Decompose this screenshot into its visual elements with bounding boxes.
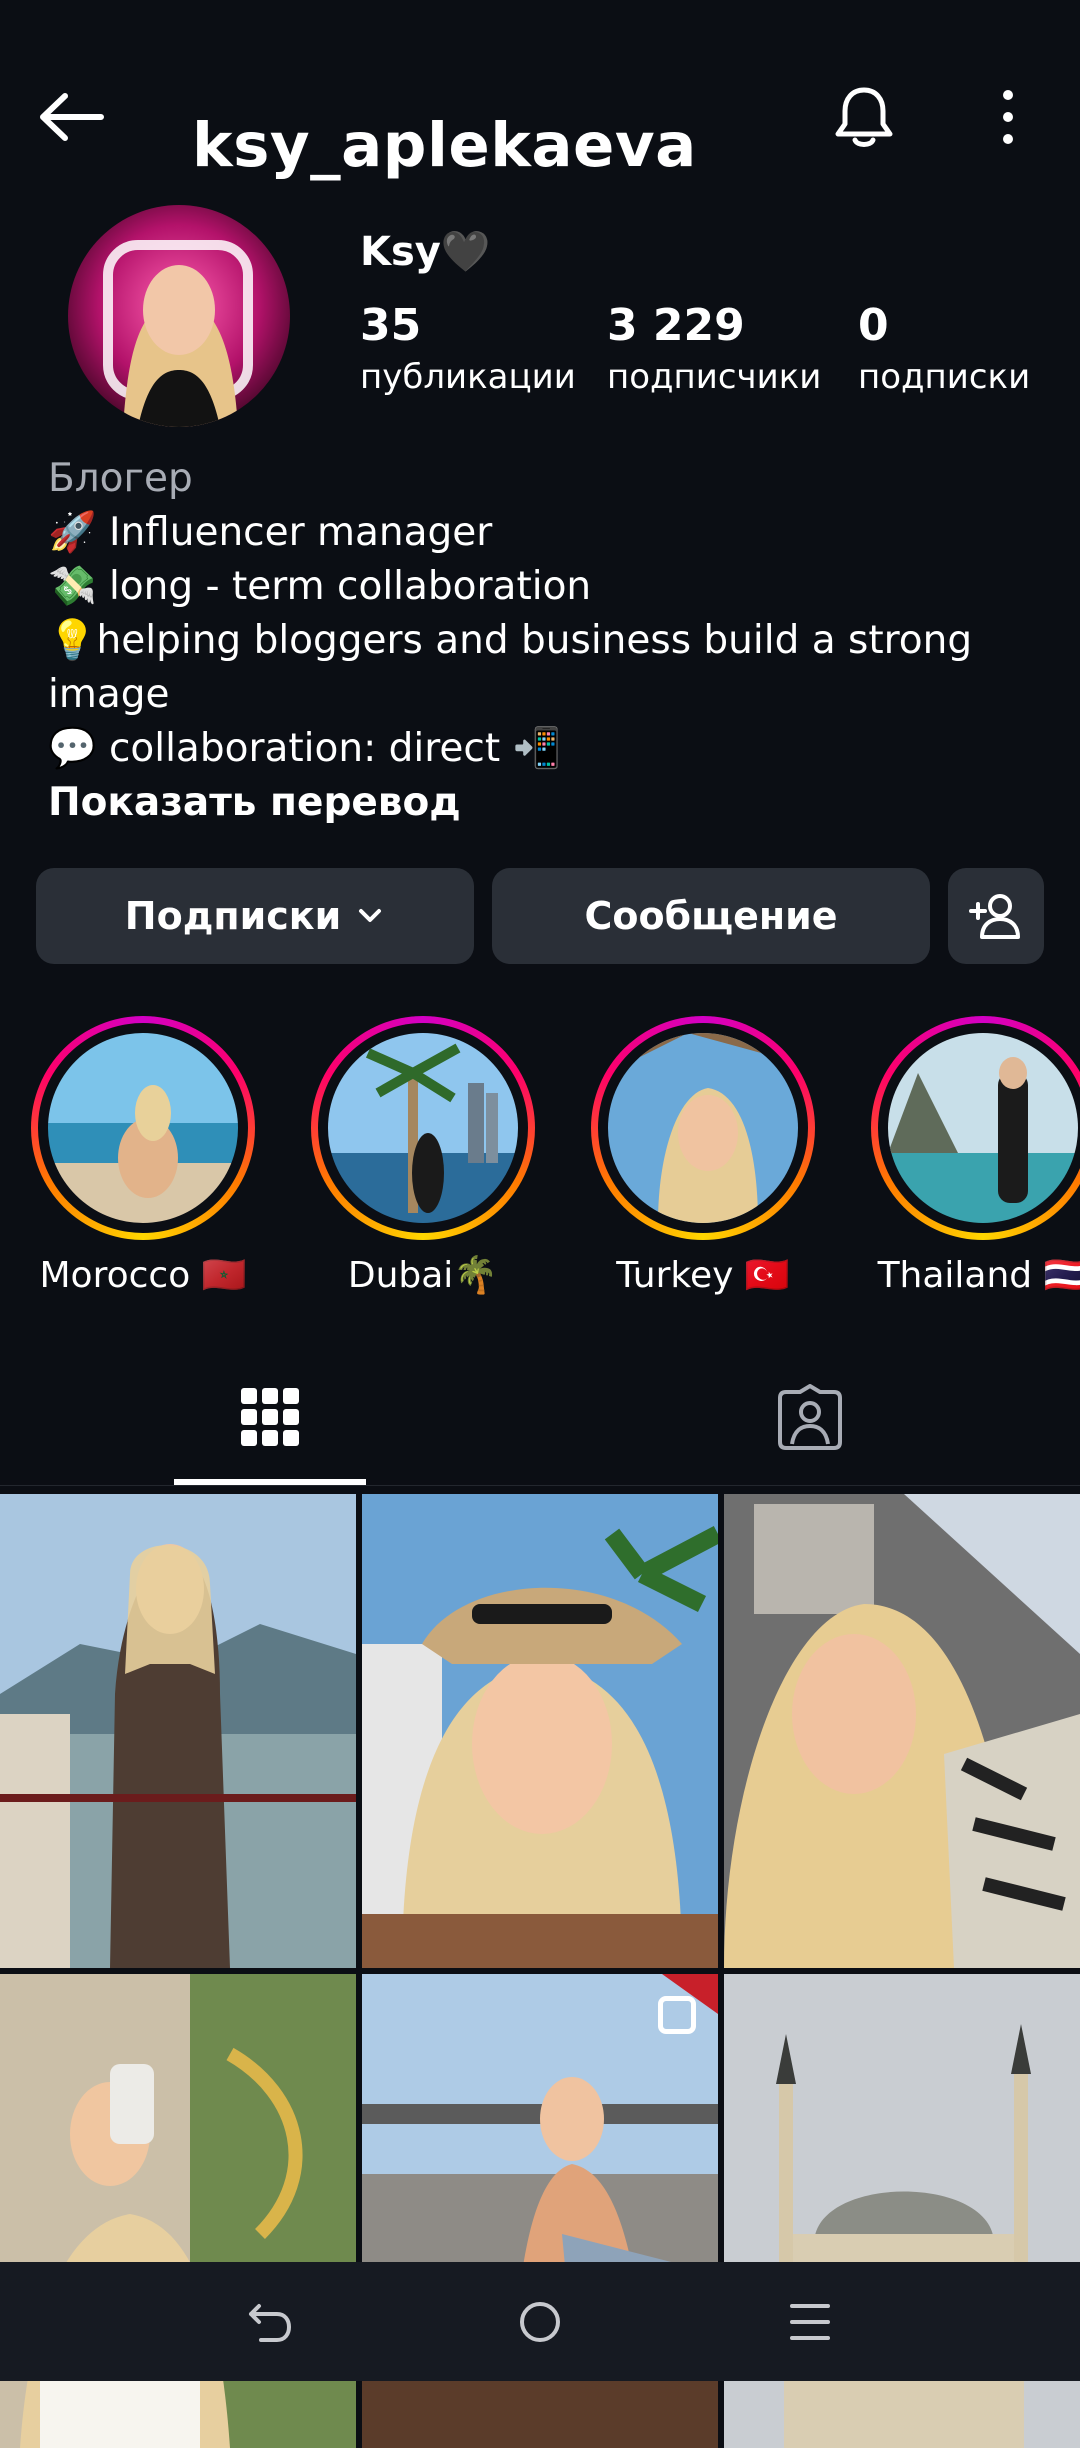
message-button[interactable]: Сообщение (492, 868, 930, 964)
highlight-ring (31, 1016, 255, 1240)
followers-count: 3 229 (607, 300, 745, 351)
highlight-cover (48, 1033, 238, 1223)
show-translation-link[interactable]: Показать перевод (48, 776, 1038, 830)
add-user-button[interactable] (948, 868, 1044, 964)
highlight-cover (888, 1033, 1078, 1223)
post-thumbnail[interactable] (362, 1494, 718, 1968)
more-vertical-icon (1003, 90, 1013, 144)
tabs-divider (0, 1485, 1080, 1486)
highlight-label: Morocco 🇲🇦 (39, 1255, 247, 1296)
nav-recents-icon (790, 2304, 830, 2340)
carousel-icon (658, 1996, 696, 2034)
highlight-label: Turkey 🇹🇷 (616, 1255, 790, 1296)
message-button-label: Сообщение (584, 894, 838, 938)
system-nav-bar (0, 2262, 1080, 2381)
nav-back-icon (249, 2304, 291, 2342)
highlight-cover (608, 1033, 798, 1223)
more-options-button[interactable] (968, 77, 1048, 157)
bio-line: 💡helping bloggers and business build a s… (48, 618, 973, 717)
profile-username: ksy_aplekaeva (192, 110, 697, 181)
tab-posts[interactable] (0, 1352, 540, 1482)
posts-label: публикации (360, 357, 576, 397)
bio-line: 💬 collaboration: direct 📲 (48, 726, 562, 771)
nav-home-button[interactable] (480, 2282, 600, 2362)
arrow-left-icon (40, 93, 104, 141)
following-stat[interactable]: 0 подписки (858, 300, 1030, 397)
nav-back-button[interactable] (210, 2282, 330, 2362)
following-label: подписки (858, 357, 1031, 397)
highlight-item[interactable]: Turkey 🇹🇷 (588, 1016, 818, 1296)
highlight-item[interactable]: Thailand 🇹🇭 (868, 1016, 1080, 1296)
highlight-item[interactable]: Dubai🌴 (308, 1016, 538, 1296)
nav-home-icon (520, 2302, 560, 2342)
posts-count: 35 (360, 300, 422, 351)
tagged-person-icon (778, 1384, 842, 1450)
bell-icon (835, 87, 893, 147)
highlight-ring (311, 1016, 535, 1240)
profile-avatar[interactable] (68, 205, 290, 427)
highlight-ring (591, 1016, 815, 1240)
add-person-icon (969, 894, 1020, 939)
profile-bio: Блогер 🚀 Influencer manager 💸 long - ter… (48, 452, 1038, 830)
followers-label: подписчики (607, 357, 822, 397)
post-thumbnail[interactable] (0, 1494, 356, 1968)
following-count: 0 (858, 300, 889, 351)
tab-tagged[interactable] (540, 1352, 1080, 1482)
display-name: Ksy🖤 (360, 229, 491, 275)
highlight-item[interactable]: Morocco 🇲🇦 (28, 1016, 258, 1296)
followers-stat[interactable]: 3 229 подписчики (607, 300, 821, 397)
highlight-label: Dubai🌴 (347, 1255, 499, 1296)
post-thumbnail[interactable] (724, 1494, 1080, 1968)
posts-stat[interactable]: 35 публикации (360, 300, 576, 397)
bio-line: 💸 long - term collaboration (48, 564, 592, 609)
highlight-cover (328, 1033, 518, 1223)
following-button[interactable]: Подписки (36, 868, 474, 964)
notifications-button[interactable] (824, 77, 904, 157)
top-bar: ksy_aplekaeva (0, 40, 1080, 190)
following-button-label: Подписки (124, 894, 342, 938)
bio-line: 🚀 Influencer manager (48, 510, 493, 555)
nav-recents-button[interactable] (750, 2282, 870, 2362)
grid-icon (241, 1388, 299, 1446)
highlight-label: Thailand 🇹🇭 (877, 1255, 1080, 1296)
highlight-ring (871, 1016, 1080, 1240)
bio-category: Блогер (48, 456, 193, 501)
chevron-down-icon (359, 909, 382, 922)
back-button[interactable] (30, 77, 110, 157)
